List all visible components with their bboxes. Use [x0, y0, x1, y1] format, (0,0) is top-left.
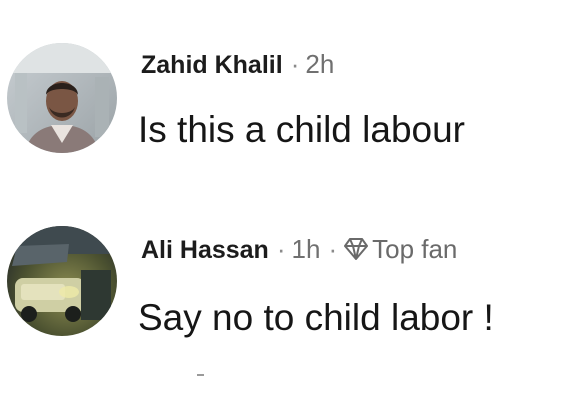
divider-mark [197, 374, 204, 376]
meta-separator: · [328, 234, 338, 264]
diamond-icon [344, 238, 369, 260]
avatar[interactable] [7, 226, 117, 336]
avatar[interactable] [7, 43, 117, 153]
car-photo-avatar-icon [7, 226, 117, 336]
author-name[interactable]: Ali Hassan [141, 236, 269, 264]
top-fan-badge[interactable]: Top fan [343, 234, 457, 264]
author-name[interactable]: Zahid Khalil [141, 51, 283, 79]
comment-text: Say no to child labor ! [138, 297, 494, 338]
comment-time[interactable]: 1h [292, 234, 321, 264]
meta-separator: · [276, 234, 286, 264]
badge-label: Top fan [372, 234, 458, 264]
comment-time[interactable]: 2h [305, 49, 334, 79]
person-avatar-icon [7, 43, 117, 153]
comment-meta: Zahid Khalil · 2h [141, 49, 334, 80]
comment-meta: Ali Hassan · 1h · Top fan [141, 234, 457, 265]
comment-text: Is this a child labour [138, 109, 466, 150]
meta-separator: · [290, 49, 300, 79]
